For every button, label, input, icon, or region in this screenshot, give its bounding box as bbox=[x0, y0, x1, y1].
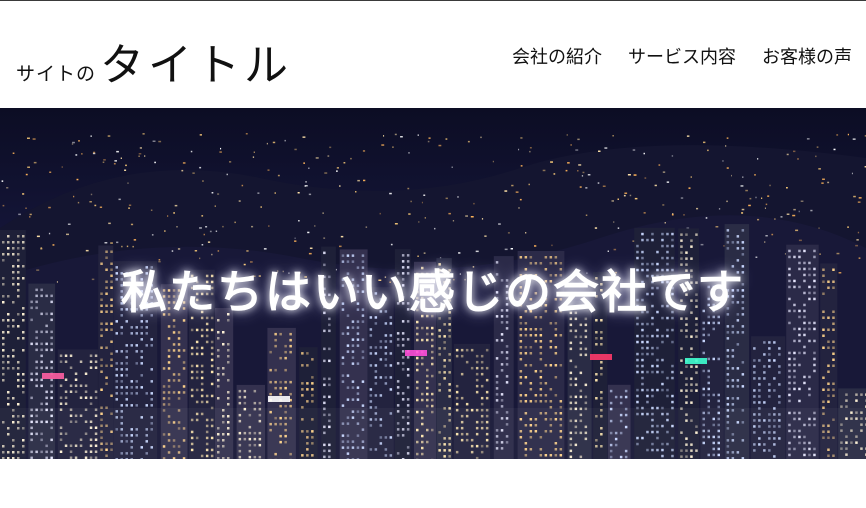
site-logo[interactable]: サイトの タイトル bbox=[16, 29, 292, 93]
site-title-prefix: サイトの bbox=[16, 63, 97, 85]
site-header: サイトの タイトル 会社の紹介 サービス内容 お客様の声 bbox=[0, 1, 866, 108]
nav-link-services[interactable]: サービス内容 bbox=[628, 43, 736, 69]
nav-link-testimonials[interactable]: お客様の声 bbox=[762, 43, 852, 69]
hero-banner: 私たちはいい感じの会社です bbox=[0, 108, 866, 459]
main-nav: 会社の紹介 サービス内容 お客様の声 bbox=[512, 43, 852, 69]
nav-link-company[interactable]: 会社の紹介 bbox=[512, 43, 602, 69]
site-title: タイトル bbox=[100, 40, 293, 91]
hero-tagline: 私たちはいい感じの会社です bbox=[121, 265, 745, 319]
